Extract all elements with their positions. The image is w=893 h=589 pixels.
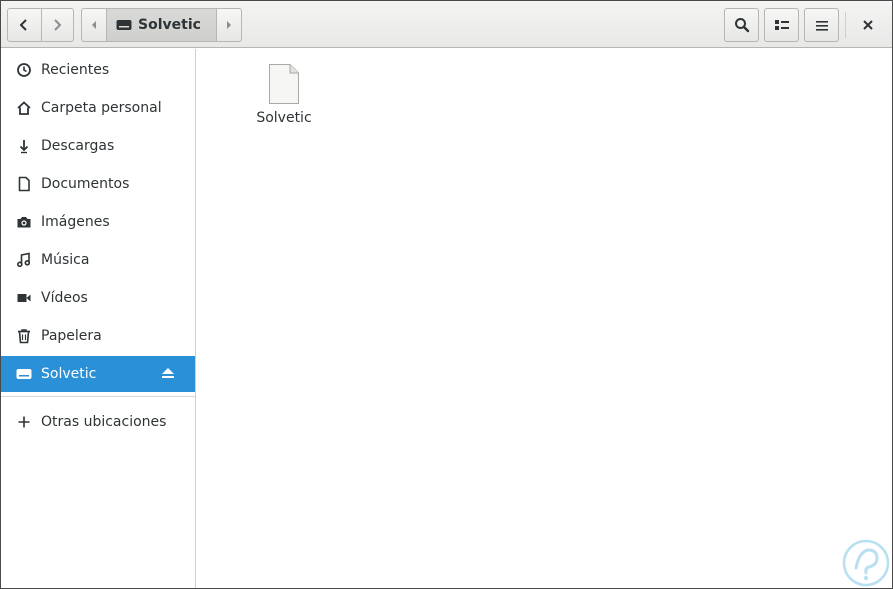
view-mode-button[interactable] [764, 8, 799, 42]
sidebar-item-label: Descargas [41, 138, 115, 154]
header-divider [845, 12, 846, 38]
sidebar-item-label: Vídeos [41, 290, 88, 306]
menu-button[interactable] [804, 8, 839, 42]
eject-icon[interactable] [161, 366, 175, 384]
music-icon [15, 252, 32, 269]
sidebar-item-descargas[interactable]: Descargas [1, 128, 195, 164]
sidebar-item-documentos[interactable]: Documentos [1, 166, 195, 202]
chevron-right-icon [54, 19, 62, 31]
file-manager-window: Solvetic Recientes Carpeta personal Desc… [0, 0, 893, 589]
forward-button[interactable] [40, 9, 74, 41]
download-icon [15, 138, 32, 155]
navigation-buttons [7, 8, 74, 42]
camera-icon [15, 214, 32, 231]
breadcrumb-label: Solvetic [138, 17, 201, 33]
chevron-left-icon [19, 19, 27, 31]
sidebar-item-label: Imágenes [41, 214, 110, 230]
path-scroll-left-button[interactable] [82, 9, 106, 41]
sidebar-item-label: Música [41, 252, 90, 268]
watermark-logo [842, 539, 890, 587]
clock-icon [15, 62, 32, 79]
sidebar-item-recientes[interactable]: Recientes [1, 52, 195, 88]
sidebar-item-label: Documentos [41, 176, 130, 192]
sidebar-separator [1, 396, 195, 397]
home-icon [15, 100, 32, 117]
sidebar-item-otras-ubicaciones[interactable]: Otras ubicaciones [1, 404, 195, 440]
sidebar-item-videos[interactable]: Vídeos [1, 280, 195, 316]
list-view-icon [774, 20, 789, 30]
sidebar-item-carpeta-personal[interactable]: Carpeta personal [1, 90, 195, 126]
sidebar-item-label: Solvetic [41, 366, 97, 382]
search-icon [734, 18, 749, 33]
sidebar-item-label: Papelera [41, 328, 102, 344]
search-button[interactable] [724, 8, 759, 42]
plus-icon [15, 414, 32, 431]
sidebar-item-musica[interactable]: Música [1, 242, 195, 278]
breadcrumb-solvetic[interactable]: Solvetic [106, 9, 217, 41]
document-icon [15, 176, 32, 193]
sidebar: Recientes Carpeta personal Descargas Doc… [1, 49, 196, 588]
close-button[interactable] [849, 8, 887, 42]
drive-icon [116, 20, 132, 30]
sidebar-item-label: Carpeta personal [41, 100, 162, 116]
back-button[interactable] [8, 9, 41, 41]
triangle-left-icon [92, 21, 96, 29]
sidebar-item-papelera[interactable]: Papelera [1, 318, 195, 354]
sidebar-item-imagenes[interactable]: Imágenes [1, 204, 195, 240]
drive-icon [15, 366, 32, 383]
file-view: Solvetic [197, 49, 892, 588]
trash-icon [15, 328, 32, 345]
sidebar-item-solvetic[interactable]: Solvetic [1, 356, 195, 392]
sidebar-item-label: Otras ubicaciones [41, 414, 167, 430]
close-icon [863, 20, 873, 30]
file-icon [268, 63, 300, 105]
file-item-solvetic[interactable]: Solvetic [247, 63, 321, 126]
video-icon [15, 290, 32, 307]
sidebar-item-label: Recientes [41, 62, 110, 78]
path-bar: Solvetic [81, 8, 242, 42]
file-name: Solvetic [256, 110, 312, 126]
hamburger-icon [815, 20, 828, 31]
triangle-right-icon [227, 21, 231, 29]
header-bar: Solvetic [1, 1, 892, 48]
path-scroll-right-button[interactable] [217, 9, 241, 41]
